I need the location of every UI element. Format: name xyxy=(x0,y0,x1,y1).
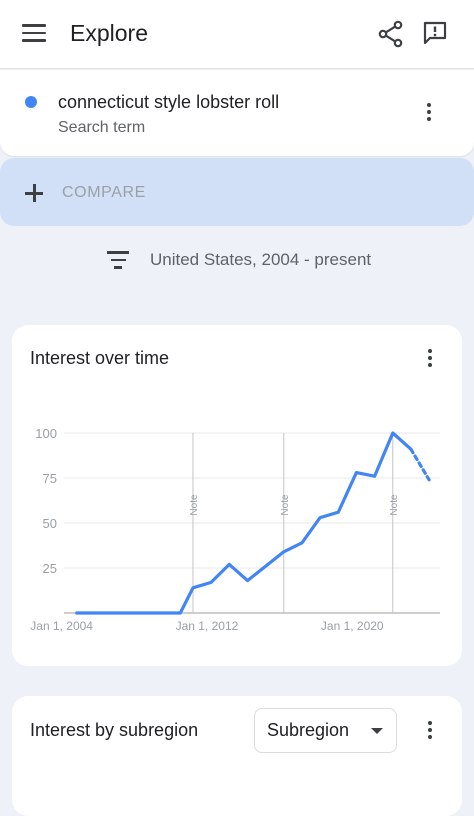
series-color-dot xyxy=(25,96,37,108)
app-bar: Explore xyxy=(0,0,474,69)
y-tick-label: 25 xyxy=(43,561,57,576)
x-tick-label: Jan 1, 2004 xyxy=(30,619,93,633)
arrow-drop-down-icon xyxy=(371,728,383,734)
note-label: Note xyxy=(189,494,200,516)
more-vert-icon[interactable] xyxy=(418,718,442,742)
search-term-name[interactable]: connecticut style lobster roll xyxy=(58,92,279,113)
compare-label[interactable]: COMPARE xyxy=(62,184,146,202)
more-vert-icon[interactable] xyxy=(417,100,441,124)
note-label: Note xyxy=(280,494,291,516)
filter-summary[interactable]: United States, 2004 - present xyxy=(150,250,371,270)
interest-by-subregion-title: Interest by subregion xyxy=(30,720,199,740)
subregion-dropdown[interactable]: Subregion xyxy=(254,708,397,753)
search-term-card[interactable] xyxy=(0,70,474,156)
note-label: Note xyxy=(389,494,400,516)
x-tick-label: Jan 1, 2020 xyxy=(321,619,384,633)
subregion-dropdown-value: Subregion xyxy=(267,720,350,740)
interest-over-time-title: Interest over time xyxy=(30,348,170,368)
filter-icon[interactable] xyxy=(107,251,129,269)
interest-over-time-chart: 100 75 50 25 Note Note Note Jan 1, 2004 Jan 1, 2… xyxy=(30,426,440,633)
x-tick-label: Jan 1, 2012 xyxy=(176,619,239,633)
series-partial-line xyxy=(409,447,431,482)
feedback-icon[interactable] xyxy=(422,20,448,46)
y-tick-label: 75 xyxy=(43,471,57,486)
y-tick-label: 100 xyxy=(35,426,57,441)
y-tick-label: 50 xyxy=(43,516,57,531)
search-term-type: Search term xyxy=(58,119,146,136)
menu-icon[interactable] xyxy=(22,24,46,44)
share-icon[interactable] xyxy=(378,20,404,48)
more-vert-icon[interactable] xyxy=(418,346,442,370)
page-title: Explore xyxy=(70,20,148,46)
add-icon[interactable] xyxy=(24,183,44,203)
